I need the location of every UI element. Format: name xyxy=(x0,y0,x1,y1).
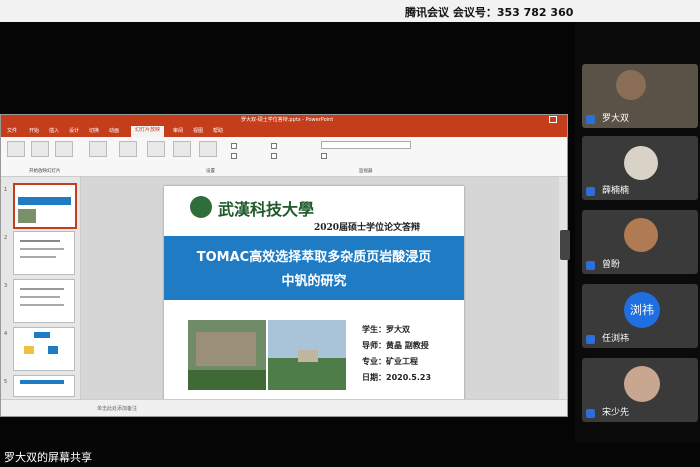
slide-number: 1 xyxy=(4,187,8,193)
slide-thumbnail-1[interactable] xyxy=(13,183,77,229)
participant-list: 罗大双 薛楠楠 曾盼 浏祎 任浏祎 宋少先 xyxy=(578,62,700,442)
screen-share-label: 罗大双的屏幕共享 xyxy=(4,451,92,464)
share-status-bar: 罗大双的屏幕共享 xyxy=(0,442,700,467)
rehearse-button[interactable] xyxy=(173,141,191,157)
ppt-window-title: 罗大双-硕士学位答辩.pptx - PowerPoint xyxy=(241,117,334,123)
participant-name: 宋少先 xyxy=(602,408,630,418)
group-label-monitors: 监视器 xyxy=(359,169,373,174)
collapse-sidebar-button[interactable] xyxy=(560,230,570,260)
slide-editor: 武漢科技大學 2020届硕士学位论文答辩 TOMAC高效选择萃取多杂质页岩酸浸页… xyxy=(81,177,567,410)
avatar xyxy=(624,218,658,252)
student-info: 学生：罗大双 xyxy=(362,325,410,334)
status-bar: 单击此处添加备注 xyxy=(1,399,567,416)
participant-tile[interactable]: 宋少先 xyxy=(582,358,698,422)
from-current-button[interactable] xyxy=(31,141,49,157)
avatar xyxy=(624,146,658,180)
tab-insert[interactable]: 插入 xyxy=(49,127,59,134)
slide-main-title-line2: 中钒的研究 xyxy=(281,274,347,289)
record-button[interactable] xyxy=(199,141,217,157)
slide-number: 5 xyxy=(4,379,8,385)
setup-show-button[interactable] xyxy=(119,141,137,157)
meeting-id-label: 腾讯会议 会议号：353 782 360 xyxy=(405,6,574,19)
slide-number: 2 xyxy=(4,235,8,241)
slide-number: 3 xyxy=(4,283,8,289)
campus-photo-1 xyxy=(188,320,266,390)
slide-number: 4 xyxy=(4,331,8,337)
tab-view[interactable]: 视图 xyxy=(193,127,203,134)
advisor-info: 导师：黄晶 副教授 xyxy=(362,341,429,350)
checkbox-media[interactable] xyxy=(271,143,277,149)
tab-file[interactable]: 文件 xyxy=(7,127,17,134)
group-label-setup: 设置 xyxy=(206,169,215,174)
powerpoint-window: 罗大双-硕士学位答辩.pptx - PowerPoint 文件 开始 插入 设计… xyxy=(0,114,568,417)
custom-show-button[interactable] xyxy=(89,141,107,157)
tab-slideshow[interactable]: 幻灯片放映 xyxy=(131,126,165,137)
slide-thumbnail-2[interactable] xyxy=(13,231,75,275)
title-band: TOMAC高效选择萃取多杂质页岩酸浸页 中钒的研究 xyxy=(164,236,464,300)
user-icon xyxy=(586,115,595,124)
user-icon xyxy=(586,187,595,196)
ribbon-tabs: 文件 开始 插入 设计 切换 动画 幻灯片放映 审阅 视图 帮助 xyxy=(1,125,567,137)
slide-subtitle: 2020届硕士学位论文答辩 xyxy=(314,223,421,233)
slide-thumbnail-5[interactable] xyxy=(13,375,75,397)
meeting-title-bar: 腾讯会议 会议号：353 782 360 xyxy=(0,0,700,22)
tab-help[interactable]: 帮助 xyxy=(213,127,223,134)
tab-animations[interactable]: 动画 xyxy=(109,127,119,134)
monitor-select[interactable] xyxy=(321,141,411,149)
user-icon xyxy=(586,409,595,418)
avatar: 浏祎 xyxy=(624,292,660,328)
hide-slide-button[interactable] xyxy=(147,141,165,157)
participant-name: 薛楠楠 xyxy=(602,186,630,196)
checkbox-timings[interactable] xyxy=(231,153,237,159)
university-name: 武漢科技大學 xyxy=(218,200,315,219)
tab-review[interactable]: 审阅 xyxy=(173,127,183,134)
close-icon[interactable] xyxy=(549,116,557,123)
slide-thumbnail-4[interactable] xyxy=(13,327,75,371)
user-icon xyxy=(586,335,595,344)
slide-thumbnails: 1 2 3 4 5 xyxy=(1,177,81,399)
date-info: 日期：2020.5.23 xyxy=(362,373,432,382)
slide-thumbnail-3[interactable] xyxy=(13,279,75,323)
notes-placeholder[interactable]: 单击此处添加备注 xyxy=(97,405,137,412)
avatar xyxy=(624,366,660,402)
tab-home[interactable]: 开始 xyxy=(29,127,39,134)
current-slide[interactable]: 武漢科技大學 2020届硕士学位论文答辩 TOMAC高效选择萃取多杂质页岩酸浸页… xyxy=(164,186,464,410)
checkbox-presenter[interactable] xyxy=(271,153,277,159)
tab-transitions[interactable]: 切换 xyxy=(89,127,99,134)
checkbox-presenter-view[interactable] xyxy=(321,153,327,159)
participant-tile[interactable]: 薛楠楠 xyxy=(582,136,698,200)
ribbon: 开始放映幻灯片 设置 监视器 xyxy=(1,137,567,177)
university-logo-icon xyxy=(190,196,212,218)
ppt-title-bar: 罗大双-硕士学位答辩.pptx - PowerPoint xyxy=(1,115,567,125)
vertical-scrollbar[interactable] xyxy=(559,177,567,399)
participant-tile[interactable]: 浏祎 任浏祎 xyxy=(582,284,698,348)
shared-screen: 罗大双-硕士学位答辩.pptx - PowerPoint 文件 开始 插入 设计… xyxy=(0,22,575,442)
participant-name: 罗大双 xyxy=(602,114,630,124)
participant-video xyxy=(616,70,646,100)
tab-design[interactable]: 设计 xyxy=(69,127,79,134)
participant-tile[interactable]: 罗大双 xyxy=(582,64,698,128)
slide-main-title-line1: TOMAC高效选择萃取多杂质页岩酸浸页 xyxy=(196,250,432,265)
checkbox-narration[interactable] xyxy=(231,143,237,149)
participant-tile[interactable]: 曾盼 xyxy=(582,210,698,274)
group-label-start: 开始放映幻灯片 xyxy=(29,169,61,174)
participant-name: 任浏祎 xyxy=(602,334,630,344)
participant-name: 曾盼 xyxy=(602,260,621,270)
major-info: 专业：矿业工程 xyxy=(362,357,418,366)
online-present-button[interactable] xyxy=(55,141,73,157)
user-icon xyxy=(586,261,595,270)
campus-photo-2 xyxy=(268,320,346,390)
from-beginning-button[interactable] xyxy=(7,141,25,157)
